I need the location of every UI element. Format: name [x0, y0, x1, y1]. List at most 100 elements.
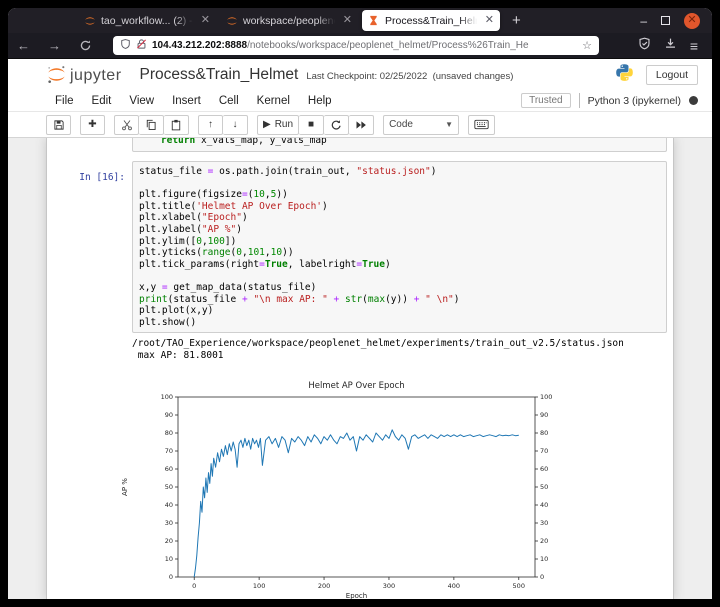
back-button[interactable]: ←: [8, 38, 39, 53]
menu-view[interactable]: View: [120, 95, 163, 107]
tab-close-icon[interactable]: ✕: [343, 15, 352, 26]
restart-run-all-button[interactable]: [349, 115, 374, 135]
downloads-icon[interactable]: [664, 37, 677, 55]
svg-text:Helmet AP Over Epoch: Helmet AP Over Epoch: [308, 381, 404, 391]
svg-text:70: 70: [165, 447, 173, 455]
cell-prompt: In [16]:: [79, 172, 125, 183]
jupyter-logo-text: jupyter: [70, 67, 122, 85]
svg-text:10: 10: [165, 555, 173, 563]
url-text: 104.43.212.202:8888/notebooks/workspace/…: [152, 40, 577, 51]
window-maximize-button[interactable]: [661, 16, 670, 25]
move-cell-down-button[interactable]: ↓: [223, 115, 248, 135]
browser-window: tao_workflow... (2) - Jupy ✕ workspace/p…: [8, 8, 712, 599]
svg-text:90: 90: [165, 411, 173, 419]
svg-text:500: 500: [513, 582, 525, 590]
jupyter-favicon-icon: [84, 15, 96, 27]
svg-text:0: 0: [169, 573, 173, 581]
paste-cell-button[interactable]: [164, 115, 189, 135]
jupyter-toolbar: ✚ ↑ ↓ ▶Run ■ Code▼: [8, 112, 712, 138]
divider: [579, 93, 580, 108]
svg-text:50: 50: [540, 483, 548, 491]
svg-text:20: 20: [540, 537, 548, 545]
tab-tao-workflow[interactable]: tao_workflow... (2) - Jupy ✕: [78, 10, 216, 31]
svg-text:80: 80: [540, 429, 548, 437]
menu-file[interactable]: File: [46, 95, 83, 107]
svg-text:70: 70: [540, 447, 548, 455]
menu-hamburger-icon[interactable]: ≡: [690, 38, 698, 54]
svg-text:400: 400: [448, 582, 460, 590]
svg-text:30: 30: [540, 519, 548, 527]
svg-text:AP %: AP %: [121, 477, 129, 495]
svg-text:60: 60: [165, 465, 173, 473]
svg-text:20: 20: [165, 537, 173, 545]
save-button[interactable]: [46, 115, 71, 135]
svg-text:30: 30: [165, 519, 173, 527]
forward-button[interactable]: →: [39, 38, 70, 53]
restart-kernel-button[interactable]: [324, 115, 349, 135]
window-minimize-button[interactable]: –: [640, 17, 647, 25]
helmet-ap-chart: 0 0 10 10 20 20 30 30 40 40 50 50 60 60 70 70 80 80 90 90 10…: [113, 374, 573, 600]
tab-process-train-helmet-active[interactable]: Process&Train_Helmet - J ✕: [362, 10, 500, 31]
logout-button[interactable]: Logout: [646, 65, 698, 85]
svg-text:40: 40: [540, 501, 548, 509]
jupyter-favicon-icon: [226, 15, 238, 27]
svg-text:100: 100: [540, 393, 552, 401]
insecure-lock-icon[interactable]: [136, 37, 147, 55]
new-tab-button[interactable]: +: [502, 12, 531, 29]
tab-title: Process&Train_Helmet - J: [385, 15, 480, 27]
notebook-scroll-area[interactable]: return x_vals_map, y_vals_map In [16]: s…: [8, 138, 712, 599]
window-close-button[interactable]: ✕: [684, 13, 700, 29]
menu-help[interactable]: Help: [299, 95, 341, 107]
svg-text:60: 60: [540, 465, 548, 473]
chevron-down-icon: ▼: [445, 120, 453, 129]
reload-button[interactable]: [70, 39, 101, 52]
run-cell-button[interactable]: ▶Run: [257, 115, 299, 135]
browser-tab-bar: tao_workflow... (2) - Jupy ✕ workspace/p…: [8, 8, 712, 33]
tab-workspace-peoplenet[interactable]: workspace/peoplenet_he ✕: [220, 10, 358, 31]
svg-text:40: 40: [165, 501, 173, 509]
url-bar[interactable]: 104.43.212.202:8888/notebooks/workspace/…: [113, 36, 599, 55]
kernel-busy-indicator: [689, 96, 698, 105]
tab-close-icon[interactable]: ✕: [485, 15, 494, 26]
copy-cell-button[interactable]: [139, 115, 164, 135]
cell-output-text: /root/TAO_Experience/workspace/peoplenet…: [132, 333, 673, 361]
notebook-title[interactable]: Process&Train_Helmet: [140, 66, 299, 84]
cell-input-editor[interactable]: status_file = os.path.join(train_out, "s…: [132, 161, 667, 333]
svg-text:300: 300: [383, 582, 395, 590]
menu-cell[interactable]: Cell: [210, 95, 248, 107]
tab-title: workspace/peoplenet_he: [243, 15, 338, 27]
checkpoint-status: Last Checkpoint: 02/25/2022 (unsaved cha…: [306, 71, 513, 82]
trusted-badge[interactable]: Trusted: [521, 93, 571, 108]
svg-text:0: 0: [540, 573, 544, 581]
previous-cell-input-partial[interactable]: return x_vals_map, y_vals_map: [132, 138, 667, 152]
jupyter-logo-icon: [46, 64, 67, 85]
code-cell: In [16]: status_file = os.path.join(trai…: [47, 161, 673, 333]
svg-text:80: 80: [165, 429, 173, 437]
cell-type-dropdown[interactable]: Code▼: [383, 115, 459, 135]
bookmark-star-icon[interactable]: ☆: [582, 39, 592, 52]
menu-kernel[interactable]: Kernel: [248, 95, 299, 107]
jupyter-header: jupyter Process&Train_Helmet Last Checkp…: [8, 59, 712, 90]
kernel-name: Python 3 (ipykernel): [588, 95, 681, 107]
cut-cell-button[interactable]: [114, 115, 139, 135]
browser-toolbar: ← → 104.43.212.202:8888/notebooks/worksp…: [8, 33, 712, 59]
menu-insert[interactable]: Insert: [163, 95, 210, 107]
play-icon: ▶: [263, 119, 271, 130]
protections-shield-icon[interactable]: [638, 37, 651, 55]
matplotlib-figure: 0 0 10 10 20 20 30 30 40 40 50 50 60 60 70 70 80 80 90 90 10…: [113, 374, 673, 600]
svg-text:10: 10: [540, 555, 548, 563]
notebook-container: return x_vals_map, y_vals_map In [16]: s…: [46, 138, 674, 599]
move-cell-up-button[interactable]: ↑: [198, 115, 223, 135]
interrupt-kernel-button[interactable]: ■: [299, 115, 324, 135]
tab-close-icon[interactable]: ✕: [201, 15, 210, 26]
jupyter-menubar: File Edit View Insert Cell Kernel Help T…: [8, 90, 712, 112]
svg-text:90: 90: [540, 411, 548, 419]
site-info-shield-icon[interactable]: [120, 37, 131, 55]
svg-text:100: 100: [253, 582, 265, 590]
svg-text:Epoch: Epoch: [346, 592, 367, 600]
svg-text:50: 50: [165, 483, 173, 491]
menu-edit[interactable]: Edit: [83, 95, 121, 107]
command-palette-button[interactable]: [468, 115, 495, 135]
jupyter-logo[interactable]: jupyter: [46, 64, 122, 85]
add-cell-button[interactable]: ✚: [80, 115, 105, 135]
